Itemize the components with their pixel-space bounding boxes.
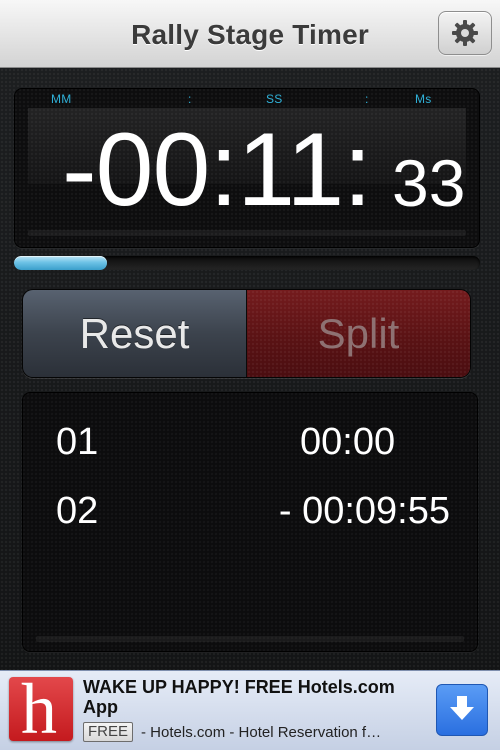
control-buttons: Reset Split: [22, 289, 471, 378]
seconds-label: SS: [266, 92, 283, 106]
stage-progress-bar: [14, 256, 480, 270]
download-arrow-icon: [449, 694, 475, 727]
minutes-label: MM: [51, 92, 72, 106]
page-title: Rally Stage Timer: [131, 19, 369, 50]
free-badge: FREE: [83, 722, 134, 742]
reset-button[interactable]: Reset: [23, 290, 247, 377]
timer-value: -00:11:: [62, 112, 372, 228]
ad-headline: WAKE UP HAPPY! FREE Hotels.com App: [83, 677, 395, 717]
app-screen: Rally Stage Timer MM: SS: Ms -00:11: 3…: [0, 0, 500, 750]
split-time: - 00:09:55: [278, 490, 450, 532]
gear-icon: [452, 20, 478, 46]
download-button[interactable]: [436, 684, 488, 736]
hotels-logo: h: [9, 677, 73, 741]
ad-banner[interactable]: h WAKE UP HAPPY! FREE Hotels.com App FRE…: [0, 670, 500, 750]
stage-progress-fill: [14, 256, 108, 270]
display-divider: [28, 230, 466, 236]
list-item: 01 00:00: [22, 414, 478, 470]
split-index: 02: [56, 490, 99, 532]
splits-list: 01 00:00 02 - 00:09:55: [22, 392, 478, 652]
seconds-separator-label: :: [365, 92, 369, 106]
logo-letter: h: [21, 677, 57, 741]
navigation-bar: Rally Stage Timer: [0, 0, 500, 68]
timer-display: MM : SS : Ms -00:11: 33: [14, 88, 480, 248]
ad-meta: FREE - Hotels.com - Hotel Reservation f…: [83, 721, 423, 743]
split-index: 01: [56, 421, 99, 463]
split-button[interactable]: Split: [247, 290, 470, 377]
timer-milliseconds: 33: [392, 146, 466, 220]
list-divider: [36, 636, 464, 642]
settings-button[interactable]: [438, 11, 492, 55]
list-item: 02 - 00:09:55: [22, 483, 478, 539]
ad-description: - Hotels.com - Hotel Reservation f…: [141, 723, 382, 741]
minutes-separator-label: :: [188, 92, 192, 106]
split-time: 00:00: [300, 421, 396, 463]
milliseconds-label: Ms: [415, 92, 432, 106]
